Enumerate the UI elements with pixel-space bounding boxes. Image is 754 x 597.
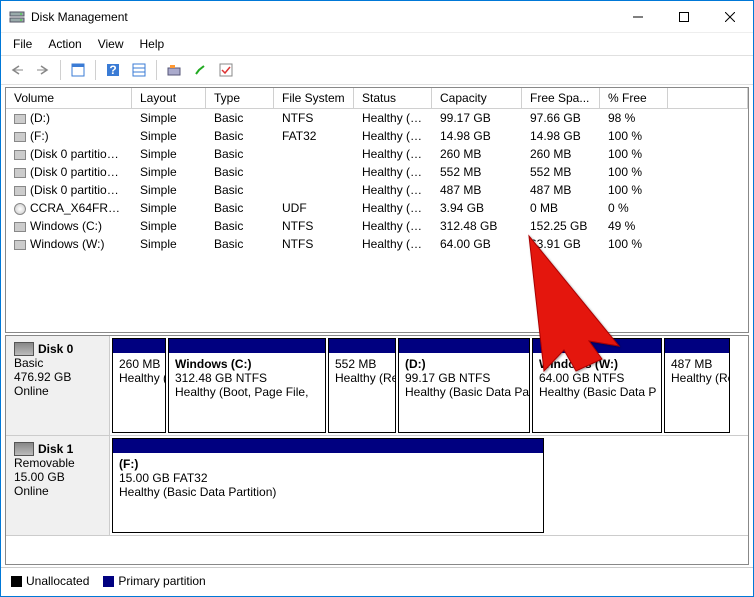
table-row[interactable]: Windows (C:)SimpleBasicNTFSHealthy (B...… xyxy=(6,217,748,235)
forward-button[interactable] xyxy=(31,58,55,82)
toolbar-button[interactable] xyxy=(188,58,212,82)
window-title: Disk Management xyxy=(31,10,615,24)
column-filesystem[interactable]: File System xyxy=(274,88,354,108)
close-button[interactable] xyxy=(707,2,753,32)
column-type[interactable]: Type xyxy=(206,88,274,108)
table-row[interactable]: (F:)SimpleBasicFAT32Healthy (B...14.98 G… xyxy=(6,127,748,145)
column-free[interactable]: Free Spa... xyxy=(522,88,600,108)
volume-header: Volume Layout Type File System Status Ca… xyxy=(6,88,748,109)
menubar: File Action View Help xyxy=(1,33,753,55)
partition[interactable]: Windows (W:)64.00 GB NTFSHealthy (Basic … xyxy=(532,338,662,433)
disk-row: Disk 0Basic476.92 GBOnline260 MBHealthy … xyxy=(6,336,748,436)
partition[interactable]: 552 MBHealthy (Re xyxy=(328,338,396,433)
column-status[interactable]: Status xyxy=(354,88,432,108)
table-row[interactable]: (Disk 0 partition 4)SimpleBasicHealthy (… xyxy=(6,163,748,181)
column-volume[interactable]: Volume xyxy=(6,88,132,108)
drive-icon xyxy=(14,132,26,142)
legend-unallocated: Unallocated xyxy=(11,574,89,588)
drive-icon xyxy=(14,114,26,124)
table-row[interactable]: (Disk 0 partition 6)SimpleBasicHealthy (… xyxy=(6,181,748,199)
menu-view[interactable]: View xyxy=(90,35,132,53)
menu-file[interactable]: File xyxy=(5,35,40,53)
column-capacity[interactable]: Capacity xyxy=(432,88,522,108)
column-pad xyxy=(668,88,748,108)
toolbar-separator xyxy=(60,60,61,80)
table-row[interactable]: (Disk 0 partition 1)SimpleBasicHealthy (… xyxy=(6,145,748,163)
drive-icon xyxy=(14,168,26,178)
drive-icon xyxy=(14,240,26,250)
menu-action[interactable]: Action xyxy=(40,35,89,53)
partition[interactable]: 260 MBHealthy ( xyxy=(112,338,166,433)
drive-icon xyxy=(14,186,26,196)
column-layout[interactable]: Layout xyxy=(132,88,206,108)
drive-icon xyxy=(14,222,26,232)
toolbar-button[interactable] xyxy=(214,58,238,82)
back-button[interactable] xyxy=(5,58,29,82)
toolbar-button[interactable] xyxy=(162,58,186,82)
drive-icon xyxy=(14,150,26,160)
toolbar-button[interactable] xyxy=(127,58,151,82)
table-row[interactable]: CCRA_X64FRE_EN...SimpleBasicUDFHealthy (… xyxy=(6,199,748,217)
table-row[interactable]: (D:)SimpleBasicNTFSHealthy (B...99.17 GB… xyxy=(6,109,748,127)
toolbar-separator xyxy=(156,60,157,80)
volume-list: Volume Layout Type File System Status Ca… xyxy=(5,87,749,333)
toolbar-separator xyxy=(95,60,96,80)
disk-pane: Disk 0Basic476.92 GBOnline260 MBHealthy … xyxy=(5,335,749,565)
partition[interactable]: 487 MBHealthy (Re xyxy=(664,338,730,433)
disk-info[interactable]: Disk 0Basic476.92 GBOnline xyxy=(6,336,110,435)
legend-primary: Primary partition xyxy=(103,574,205,588)
partition[interactable]: (F:)15.00 GB FAT32Healthy (Basic Data Pa… xyxy=(112,438,544,533)
titlebar: Disk Management xyxy=(1,1,753,33)
svg-text:?: ? xyxy=(109,63,116,77)
column-pct[interactable]: % Free xyxy=(600,88,668,108)
menu-help[interactable]: Help xyxy=(132,35,173,53)
disk-info[interactable]: Disk 1Removable15.00 GBOnline xyxy=(6,436,110,535)
cd-icon xyxy=(14,203,26,215)
table-row[interactable]: Windows (W:)SimpleBasicNTFSHealthy (B...… xyxy=(6,235,748,253)
help-button[interactable]: ? xyxy=(101,58,125,82)
minimize-button[interactable] xyxy=(615,2,661,32)
app-icon xyxy=(9,9,25,25)
partition[interactable]: Windows (C:)312.48 GB NTFSHealthy (Boot,… xyxy=(168,338,326,433)
disk-icon xyxy=(14,342,34,356)
disk-row: Disk 1Removable15.00 GBOnline(F:)15.00 G… xyxy=(6,436,748,536)
partition[interactable]: (D:)99.17 GB NTFSHealthy (Basic Data Pa xyxy=(398,338,530,433)
maximize-button[interactable] xyxy=(661,2,707,32)
disk-icon xyxy=(14,442,34,456)
toolbar-button[interactable] xyxy=(66,58,90,82)
toolbar: ? xyxy=(1,55,753,85)
legend: Unallocated Primary partition xyxy=(1,567,753,593)
